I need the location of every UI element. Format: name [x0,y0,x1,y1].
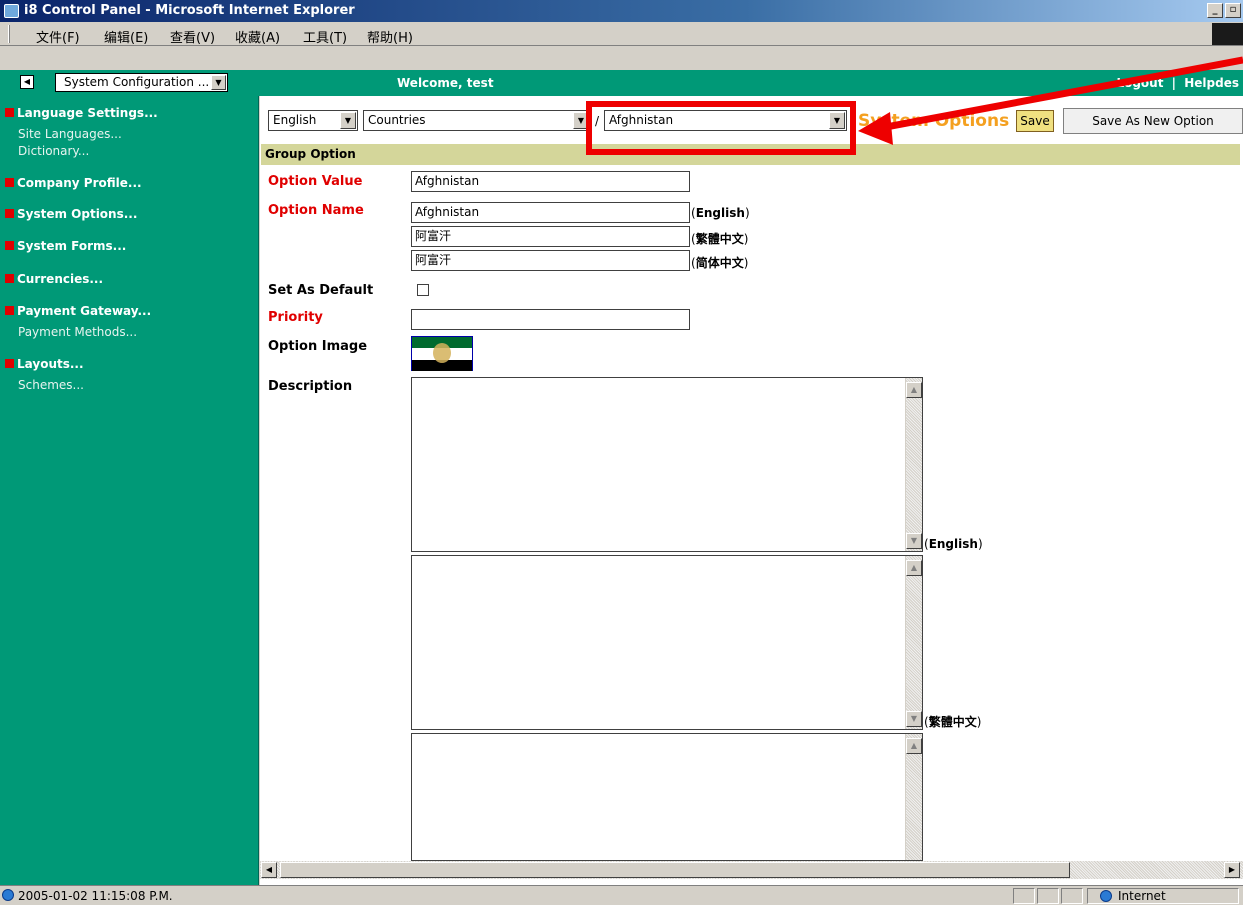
scrollbar[interactable]: ▲ [905,734,922,860]
menu-favorites[interactable]: 收藏(A) [235,27,280,46]
security-zone-text: Internet [1118,889,1166,903]
language-select-value: English [273,113,317,127]
language-select[interactable]: English ▼ [268,110,358,131]
chevron-down-icon[interactable]: ▼ [340,112,356,129]
app-header: ◀ System Configuration ... ▼ Welcome, te… [0,70,1243,96]
description-english-textarea[interactable]: ▲ ▼ [411,377,923,552]
option-name-label: Option Name [268,203,364,218]
globe-icon [1100,890,1112,902]
lang-suffix: (繁體中文) [924,715,982,729]
scroll-down-icon[interactable]: ▼ [906,533,922,549]
maximize-button[interactable]: ▫ [1225,3,1241,18]
scroll-up-icon[interactable]: ▲ [906,738,922,754]
bullet-icon [5,178,14,187]
sidebar-item-system-options[interactable]: System Options... [5,207,137,221]
scrollbar[interactable]: ▲ ▼ [905,556,922,729]
bullet-icon [5,108,14,117]
status-cell [1013,888,1035,904]
bullet-icon [5,274,14,283]
helpdesk-link[interactable]: Helpdes [1184,76,1239,90]
lang-suffix: (繁體中文) [691,232,749,246]
lang-suffix: (English) [691,206,750,220]
welcome-text: Welcome, test [397,76,494,90]
toolbar-gap [0,46,1243,70]
priority-label: Priority [268,310,323,325]
menu-help[interactable]: 帮助(H) [367,27,413,46]
save-as-new-option-button[interactable]: Save As New Option [1063,108,1243,134]
scroll-up-icon[interactable]: ▲ [906,560,922,576]
bullet-icon [5,209,14,218]
scroll-down-icon[interactable]: ▼ [906,711,922,727]
collapse-nav-icon[interactable]: ◀ [20,75,34,89]
status-bar: 2005-01-02 11:15:08 P.M. Internet [0,885,1243,905]
option-value-label: Option Value [268,174,363,189]
annotation-highlight-box [586,101,856,155]
sidebar-item-currencies[interactable]: Currencies... [5,272,103,286]
status-cell [1037,888,1059,904]
bullet-icon [5,359,14,368]
priority-input[interactable] [411,309,690,330]
toolbar-grip [8,25,10,43]
sidebar-item-payment-gateway[interactable]: Payment Gateway... [5,304,151,318]
option-image-label: Option Image [268,339,368,354]
lang-suffix: (简体中文) [691,256,749,270]
option-name-traditional-input[interactable]: 阿富汗 [411,226,690,247]
menu-view[interactable]: 查看(V) [170,27,215,46]
menu-tools[interactable]: 工具(T) [303,27,347,46]
bullet-icon [5,241,14,250]
module-select-value: System Configuration ... [64,75,210,89]
scrollbar[interactable]: ▲ ▼ [905,378,922,551]
afghanistan-flag-image[interactable] [411,336,473,371]
windows-logo-icon [1212,23,1243,45]
sidebar-item-layouts[interactable]: Layouts... [5,357,84,371]
sidebar-link-schemes[interactable]: Schemes... [18,378,84,392]
option-name-english-input[interactable]: Afghnistan [411,202,690,223]
module-select[interactable]: System Configuration ... ▼ [55,73,228,92]
description-simplified-textarea[interactable]: ▲ [411,733,923,861]
scroll-right-icon[interactable]: ▶ [1224,862,1240,878]
sidebar-link-site-languages[interactable]: Site Languages... [18,127,122,141]
window-title: i8 Control Panel - Microsoft Internet Ex… [24,3,355,18]
scrollbar-thumb[interactable] [280,862,1070,878]
group-select-value: Countries [368,113,426,127]
description-traditional-textarea[interactable]: ▲ ▼ [411,555,923,730]
page-icon [2,889,14,901]
ie-icon [4,4,19,18]
scroll-up-icon[interactable]: ▲ [906,382,922,398]
lang-suffix: (English) [924,537,983,551]
menu-edit[interactable]: 编辑(E) [104,27,148,46]
status-cell [1061,888,1083,904]
bullet-icon [5,306,14,315]
header-links: Logout | Helpdes [1116,76,1239,90]
sidebar-item-system-forms[interactable]: System Forms... [5,239,126,253]
sidebar-item-company-profile[interactable]: Company Profile... [5,176,142,190]
link-separator: | [1171,76,1177,90]
menu-bar: 文件(F) 编辑(E) 查看(V) 收藏(A) 工具(T) 帮助(H) [0,22,1243,46]
logout-link[interactable]: Logout [1116,76,1163,90]
chevron-down-icon[interactable]: ▼ [211,75,226,90]
menu-file[interactable]: 文件(F) [36,27,80,46]
horizontal-scrollbar[interactable]: ◀ ▶ [260,861,1243,879]
page-title: System Options [858,111,1010,131]
scroll-left-icon[interactable]: ◀ [261,862,277,878]
description-label: Description [268,379,353,394]
option-value-input[interactable]: Afghnistan [411,171,690,192]
sidebar-link-payment-methods[interactable]: Payment Methods... [18,325,137,339]
option-name-simplified-input[interactable]: 阿富汗 [411,250,690,271]
status-text: 2005-01-02 11:15:08 P.M. [18,889,173,903]
sidebar-link-dictionary[interactable]: Dictionary... [18,144,89,158]
save-button[interactable]: Save [1016,110,1054,132]
window-title-bar: i8 Control Panel - Microsoft Internet Ex… [0,0,1243,22]
minimize-button[interactable]: _ [1207,3,1223,18]
sidebar-item-language-settings[interactable]: Language Settings... [5,106,158,120]
group-select[interactable]: Countries ▼ [363,110,591,131]
set-as-default-checkbox[interactable] [417,284,429,296]
emblem-icon [433,343,451,363]
sidebar: Language Settings... Site Languages... D… [0,96,259,885]
set-as-default-label: Set As Default [268,283,374,298]
